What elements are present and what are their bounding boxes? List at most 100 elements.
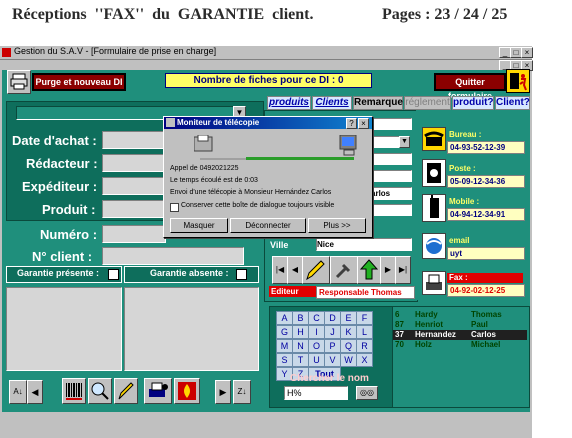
fire-delete-icon[interactable]	[174, 378, 200, 404]
address2-input[interactable]	[370, 170, 412, 182]
tab-produit-query[interactable]: produit?	[452, 96, 494, 110]
document-caption: Réceptions ''FAX'' du GARANTIE client.	[12, 6, 314, 23]
client-number-input[interactable]	[102, 247, 244, 265]
email-globe-icon[interactable]	[422, 233, 446, 259]
letter-key[interactable]: S	[276, 353, 293, 367]
dialog-help-button[interactable]: ?	[346, 118, 357, 129]
tab-reglement[interactable]: réglement	[404, 96, 451, 110]
redacteur-input[interactable]	[102, 154, 166, 172]
poste-label: Poste :	[449, 164, 476, 173]
letter-key[interactable]: N	[292, 339, 309, 353]
garantie-absente-checkbox[interactable]	[236, 269, 247, 280]
poste-value[interactable]: 05-09-12-34-36	[447, 175, 525, 188]
letter-key[interactable]: U	[308, 353, 325, 367]
client-list-row[interactable]: 6 Hardy Thomas	[393, 310, 527, 320]
email-value[interactable]: uyt	[447, 247, 525, 260]
close-button[interactable]: ×	[521, 47, 533, 58]
letter-key[interactable]: H	[292, 325, 309, 339]
phone-icon	[422, 127, 446, 151]
hide-button[interactable]: Masquer	[170, 218, 228, 233]
sort-az-icon[interactable]: A↓	[9, 380, 27, 404]
last-client-button[interactable]: ▶|	[395, 256, 411, 284]
tab-clients[interactable]: Clients	[312, 96, 352, 110]
garantie-absente-notes[interactable]	[124, 287, 259, 371]
mobile-value[interactable]: 04-94-12-34-91	[447, 208, 525, 221]
first-client-button[interactable]: |◀	[272, 256, 288, 284]
client-list-row[interactable]: 70 Holz Michael	[393, 340, 527, 350]
purge-new-button[interactable]: Purge et nouveau DI	[32, 73, 126, 91]
garantie-presente-notes[interactable]	[6, 287, 122, 371]
letter-key[interactable]: D	[324, 311, 341, 325]
poste-phone-icon	[422, 159, 446, 187]
letter-key[interactable]: B	[292, 311, 309, 325]
letter-key[interactable]: W	[340, 353, 357, 367]
letter-key[interactable]: T	[292, 353, 309, 367]
zip-input[interactable]	[370, 204, 412, 216]
letter-key[interactable]: G	[276, 325, 293, 339]
client-first-cell: Michael	[471, 340, 501, 349]
letter-key[interactable]: F	[356, 311, 373, 325]
client-first-cell: Paul	[471, 320, 488, 329]
keep-visible-label: Conserver cette boîte de dialogue toujou…	[181, 202, 335, 209]
letter-key[interactable]: A	[276, 311, 293, 325]
client-list-row[interactable]: 37 Hernandez Carlos	[393, 330, 527, 340]
tools-icon[interactable]	[330, 256, 358, 284]
disconnect-button[interactable]: Déconnecter	[230, 218, 306, 233]
firstname-input[interactable]: arlos	[370, 187, 412, 200]
letter-key[interactable]: I	[308, 325, 325, 339]
next-record-button[interactable]: ▶	[215, 380, 231, 404]
binoculars-icon[interactable]: ◎◎	[356, 386, 378, 400]
fax-value[interactable]: 04-92-02-12-25	[447, 284, 525, 297]
garantie-presente-box: Garantie présente :	[6, 266, 122, 283]
pencil-icon[interactable]	[302, 256, 330, 284]
client-id-cell: 37	[395, 330, 404, 339]
letter-key[interactable]: X	[356, 353, 373, 367]
chevron-down-icon[interactable]: ▼	[399, 136, 410, 148]
mobile-phone-icon	[422, 194, 446, 222]
expediteur-input[interactable]	[102, 177, 166, 195]
tab-client-query[interactable]: Client?	[495, 96, 530, 110]
document-pages: Pages : 23 / 24 / 25	[382, 6, 508, 23]
more-button[interactable]: Plus >>	[308, 218, 366, 233]
letter-key[interactable]: V	[324, 353, 341, 367]
prev-client-button[interactable]: ◀	[287, 256, 303, 284]
dialog-close-button[interactable]: ×	[358, 118, 369, 129]
next-client-button[interactable]: ▶	[380, 256, 396, 284]
letter-key[interactable]: C	[308, 311, 325, 325]
barcode-icon[interactable]	[62, 378, 86, 404]
quit-form-button[interactable]: Quitter formulaire	[434, 73, 506, 101]
letter-key[interactable]: E	[340, 311, 357, 325]
search-magnifier-icon[interactable]	[88, 378, 112, 404]
exit-door-icon[interactable]	[506, 69, 530, 93]
client-list-row[interactable]: 87 Henriot Paul	[393, 320, 527, 330]
dialog-elapsed-line: Le temps écoulé est de 0:03	[170, 177, 258, 184]
sort-za-icon[interactable]: Z↓	[233, 380, 251, 404]
letter-key[interactable]: M	[276, 339, 293, 353]
fax-machine-icon[interactable]	[144, 378, 172, 404]
address-input[interactable]	[370, 153, 412, 165]
printer-icon[interactable]	[7, 70, 31, 94]
letter-key[interactable]: O	[308, 339, 325, 353]
date-input[interactable]	[102, 131, 166, 149]
client-name-input[interactable]	[370, 118, 412, 130]
numero-input[interactable]	[102, 225, 166, 243]
letter-key[interactable]: K	[340, 325, 357, 339]
letter-key[interactable]: R	[356, 339, 373, 353]
ville-input[interactable]: Nice	[316, 238, 412, 251]
arrow-up-icon[interactable]	[357, 256, 381, 284]
pencil-icon[interactable]	[114, 378, 138, 404]
garantie-presente-checkbox[interactable]	[108, 269, 119, 280]
letter-key[interactable]: Q	[340, 339, 357, 353]
civility-select[interactable]	[370, 136, 400, 148]
letter-key[interactable]: J	[324, 325, 341, 339]
tab-remarque[interactable]: Remarque	[353, 96, 403, 110]
bureau-value[interactable]: 04-93-52-12-39	[447, 141, 525, 154]
tab-produits[interactable]: produits	[267, 96, 311, 110]
produit-input[interactable]	[102, 200, 166, 218]
letter-key[interactable]: P	[324, 339, 341, 353]
fax-icon[interactable]	[422, 271, 446, 295]
keep-visible-checkbox[interactable]	[170, 203, 179, 212]
search-input[interactable]: H%	[284, 386, 348, 400]
prev-record-button[interactable]: ◀	[27, 380, 43, 404]
letter-key[interactable]: L	[356, 325, 373, 339]
